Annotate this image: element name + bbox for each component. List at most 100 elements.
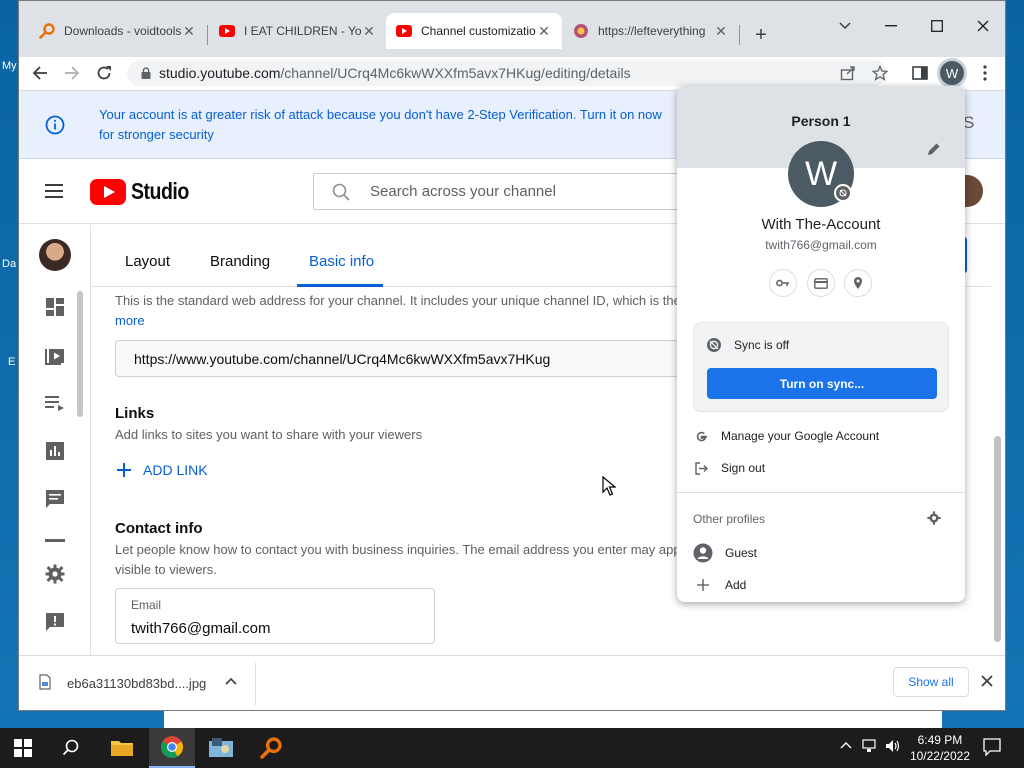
sign-out[interactable]: Sign out <box>693 457 765 479</box>
guest-label: Guest <box>725 546 758 560</box>
sync-status-text: Sync is off <box>734 338 790 352</box>
feedback-icon[interactable] <box>43 610 67 634</box>
back-icon[interactable] <box>29 62 51 84</box>
contact-info-heading: Contact info <box>115 520 203 537</box>
channel-url-field[interactable]: https://www.youtube.com/channel/UCrq4Mc6… <box>115 340 685 377</box>
url-host: studio.youtube.com <box>159 65 281 81</box>
network-icon[interactable] <box>862 739 880 753</box>
app-taskbar-icon[interactable] <box>198 728 244 768</box>
sync-off-icon <box>706 337 722 353</box>
file-icon <box>39 674 51 690</box>
manage-account-label: Manage your Google Account <box>721 429 880 443</box>
contact-description: Let people know how to contact you with … <box>115 542 681 557</box>
turn-on-sync-button[interactable]: Turn on sync... <box>707 368 937 399</box>
tab-title: Channel customization <box>421 24 536 38</box>
tab-separator <box>739 25 740 45</box>
clock-time: 6:49 PM <box>917 733 963 747</box>
links-description: Add links to sites you want to share wit… <box>115 427 423 442</box>
bookmark-star-icon[interactable] <box>869 62 891 84</box>
links-heading: Links <box>115 405 155 422</box>
google-g-icon <box>693 430 709 443</box>
download-filename[interactable]: eb6a31130bd83bd....jpg <box>67 676 206 691</box>
taskbar-search-icon[interactable] <box>48 728 94 768</box>
maximize-button[interactable] <box>914 11 960 41</box>
side-panel-icon[interactable] <box>909 62 931 84</box>
edit-pencil-icon[interactable] <box>927 142 941 156</box>
sync-paused-badge-icon <box>834 184 852 202</box>
tab-branding[interactable]: Branding <box>210 253 270 270</box>
sync-status: Sync is off <box>706 337 789 353</box>
learn-more-link[interactable]: more <box>115 313 145 328</box>
channel-avatar[interactable] <box>39 239 71 271</box>
guest-profile[interactable]: Guest <box>693 542 757 564</box>
tab-title: I EAT CHILDREN - YouTube <box>244 24 361 38</box>
share-icon[interactable] <box>837 62 859 84</box>
add-profile-label: Add <box>725 578 747 592</box>
settings-gear-icon[interactable] <box>43 562 67 586</box>
email-value: twith766@gmail.com <box>131 620 271 637</box>
tab-search-button[interactable] <box>822 11 868 41</box>
sync-card: Sync is off Turn on sync... <box>693 322 949 412</box>
show-all-button[interactable]: Show all <box>893 667 969 697</box>
address-bar[interactable]: studio.youtube.com/channel/UCrq4Mc6kwWXX… <box>127 60 887 86</box>
tab-channel-customization[interactable]: Channel customization ✕ <box>386 13 562 49</box>
reload-icon[interactable] <box>93 62 115 84</box>
plus-icon <box>693 579 713 591</box>
sidebar-scrollbar[interactable] <box>77 291 83 417</box>
minimize-button[interactable] <box>868 11 914 41</box>
forward-icon[interactable] <box>61 62 83 84</box>
page-scrollbar[interactable] <box>994 436 1001 642</box>
profile-title: Person 1 <box>791 113 851 129</box>
search-favicon-icon <box>39 23 55 39</box>
start-windows-icon[interactable] <box>0 728 46 768</box>
close-tab-icon[interactable]: ✕ <box>361 23 377 40</box>
passwords-key-icon[interactable] <box>769 269 797 297</box>
close-tab-icon[interactable]: ✕ <box>536 23 552 40</box>
addresses-location-icon[interactable] <box>844 269 872 297</box>
more-menu-icon[interactable] <box>974 62 996 84</box>
url-description: This is the standard web address for you… <box>115 293 681 308</box>
security-banner-text[interactable]: Your account is at greater risk of attac… <box>99 105 679 145</box>
system-clock[interactable]: 6:49 PM 10/22/2022 <box>910 732 970 764</box>
chrome-taskbar-icon[interactable] <box>149 728 195 768</box>
notifications-icon[interactable] <box>983 738 1001 756</box>
tab-downloads[interactable]: Downloads - voidtools ✕ <box>29 13 207 49</box>
email-field[interactable]: Email twith766@gmail.com <box>115 588 435 644</box>
close-tab-icon[interactable]: ✕ <box>713 23 729 40</box>
dashboard-icon[interactable] <box>43 295 67 319</box>
desktop-label: My <box>2 60 17 72</box>
playlists-icon[interactable] <box>43 391 67 415</box>
account-email: twith766@gmail.com <box>765 238 877 252</box>
volume-icon[interactable] <box>885 739 901 753</box>
new-tab-button[interactable]: + <box>749 23 773 47</box>
profile-avatar-button[interactable]: W <box>940 61 964 85</box>
sidebar-item-partial[interactable] <box>45 539 65 542</box>
youtube-favicon-icon <box>219 25 235 37</box>
file-explorer-icon[interactable] <box>99 728 145 768</box>
everything-search-taskbar-icon[interactable] <box>248 728 294 768</box>
close-window-button[interactable] <box>960 11 1005 41</box>
url-path: /channel/UCrq4Mc6kwWXXfm5avx7HKug/editin… <box>280 65 631 81</box>
analytics-icon[interactable] <box>43 439 67 463</box>
youtube-studio-logo[interactable]: Studio <box>90 178 199 205</box>
tab-lefteverything[interactable]: https://lefteverything ✕ <box>563 13 739 49</box>
tab-youtube[interactable]: I EAT CHILDREN - YouTube ✕ <box>209 13 387 49</box>
close-tab-icon[interactable]: ✕ <box>181 23 197 40</box>
add-link-button[interactable]: ADD LINK <box>117 462 208 478</box>
tab-basic-info[interactable]: Basic info <box>309 253 374 270</box>
tab-layout[interactable]: Layout <box>125 253 170 270</box>
email-label: Email <box>131 598 162 612</box>
channel-search-input[interactable]: Search across your channel <box>313 173 713 210</box>
manage-google-account[interactable]: Manage your Google Account <box>693 425 879 447</box>
comments-icon[interactable] <box>43 487 67 511</box>
chevron-up-icon[interactable] <box>225 677 237 685</box>
close-download-bar-icon[interactable] <box>981 675 993 687</box>
payment-card-icon[interactable] <box>807 269 835 297</box>
hamburger-menu-icon[interactable] <box>45 184 63 198</box>
manage-profiles-gear-icon[interactable] <box>927 511 941 525</box>
add-profile[interactable]: Add <box>693 574 746 596</box>
content-icon[interactable] <box>43 343 67 367</box>
tray-chevron-up-icon[interactable] <box>840 741 852 749</box>
studio-logo-text: Studio <box>131 178 189 204</box>
background-window-strip <box>164 711 942 728</box>
